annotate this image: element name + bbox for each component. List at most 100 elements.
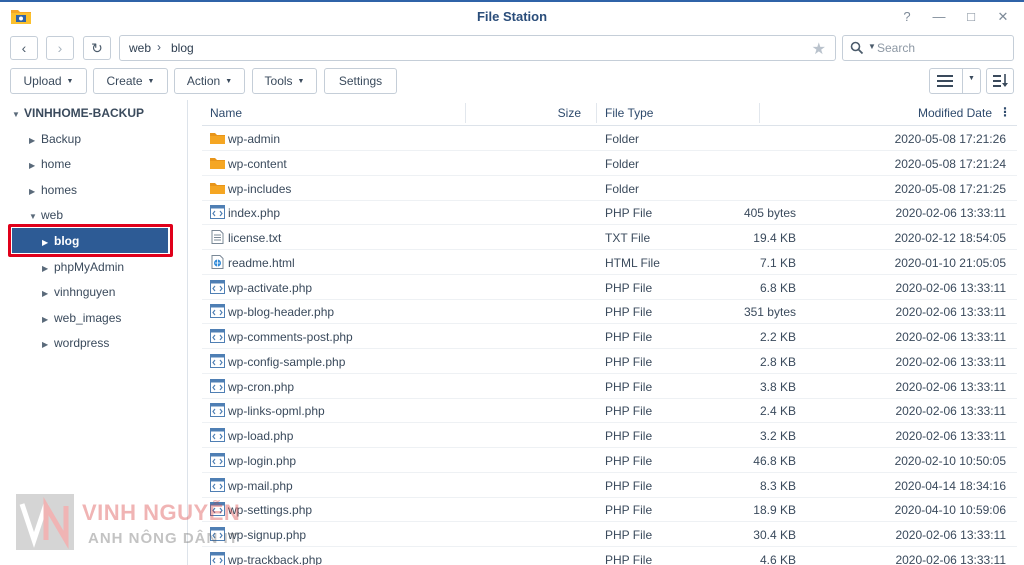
file-modified-date: 2020-02-06 13:33:11 <box>895 355 1006 369</box>
tree-item-backup[interactable]: ▶Backup <box>29 127 81 151</box>
minimize-icon[interactable]: — <box>930 8 948 26</box>
file-name: wp-admin <box>228 132 280 146</box>
settings-button[interactable]: Settings <box>324 68 397 94</box>
column-header-file-type[interactable]: File Type <box>605 106 653 120</box>
file-row[interactable]: wp-comments-post.php2.2 KBPHP File2020-0… <box>202 324 1017 349</box>
file-name: wp-includes <box>228 182 291 196</box>
file-name: wp-load.php <box>228 429 293 443</box>
collapsed-arrow-icon[interactable]: ▶ <box>29 129 41 153</box>
tree-item-label: blog <box>54 234 79 248</box>
column-header-modified-date[interactable]: Modified Date <box>918 106 992 120</box>
list-view-icon[interactable] <box>937 75 953 87</box>
chevron-left-icon: ‹ <box>22 40 27 56</box>
tree-item-homes[interactable]: ▶homes <box>29 178 77 202</box>
action-button[interactable]: Action ▼ <box>174 68 245 94</box>
file-type: PHP File <box>605 479 652 493</box>
php-file-icon <box>210 403 225 417</box>
dropdown-caret-icon: ▼ <box>225 78 232 85</box>
view-options-caret-icon[interactable]: ▼ <box>968 75 975 82</box>
column-options-icon[interactable]: ⋮ <box>999 105 1011 119</box>
file-name: wp-settings.php <box>228 503 312 517</box>
file-name: wp-activate.php <box>228 281 312 295</box>
file-name: license.txt <box>228 231 281 245</box>
search-icon[interactable] <box>850 41 864 55</box>
collapsed-arrow-icon[interactable]: ▶ <box>29 154 41 178</box>
search-input[interactable] <box>877 40 1007 56</box>
refresh-button[interactable]: ↻ <box>83 36 111 60</box>
column-header-size[interactable]: Size <box>558 106 581 120</box>
file-modified-date: 2020-02-06 13:33:11 <box>895 553 1006 565</box>
create-button[interactable]: Create ▼ <box>93 68 168 94</box>
tree-item-wordpress[interactable]: ▶wordpress <box>42 331 109 355</box>
file-name: index.php <box>228 206 280 220</box>
file-row[interactable]: index.php405 bytesPHP File2020-02-06 13:… <box>202 200 1017 225</box>
breadcrumb-blog[interactable]: blog <box>171 41 194 55</box>
help-icon[interactable]: ? <box>898 8 916 26</box>
file-size: 351 bytes <box>744 305 796 319</box>
file-row[interactable]: wp-mail.php8.3 KBPHP File2020-04-14 18:3… <box>202 473 1017 498</box>
file-row[interactable]: wp-load.php3.2 KBPHP File2020-02-06 13:3… <box>202 423 1017 448</box>
tree-item-phpmyadmin[interactable]: ▶phpMyAdmin <box>42 255 124 279</box>
file-row[interactable]: readme.html7.1 KBHTML File2020-01-10 21:… <box>202 250 1017 275</box>
tree-item-label: home <box>41 157 71 171</box>
collapsed-arrow-icon[interactable]: ▶ <box>42 231 54 255</box>
create-label: Create <box>107 74 143 88</box>
path-bar[interactable]: web › blog ★ <box>119 35 836 61</box>
file-name: wp-blog-header.php <box>228 305 334 319</box>
window-controls: ? — □ ✕ <box>898 8 1012 26</box>
tree-item-blog-selected[interactable] <box>12 228 168 253</box>
file-row[interactable]: wp-cron.php3.8 KBPHP File2020-02-06 13:3… <box>202 374 1017 399</box>
sort-icon[interactable] <box>993 74 1009 88</box>
tree-item-home[interactable]: ▶home <box>29 152 71 176</box>
file-row[interactable]: wp-config-sample.php2.8 KBPHP File2020-0… <box>202 349 1017 374</box>
breadcrumb-web[interactable]: web <box>129 41 151 55</box>
tools-button[interactable]: Tools▼ <box>252 68 317 94</box>
expanded-arrow-icon[interactable]: ▼ <box>12 103 24 127</box>
upload-button[interactable]: Upload▼ <box>10 68 87 94</box>
maximize-icon[interactable]: □ <box>962 8 980 26</box>
file-row[interactable]: wp-contentFolder2020-05-08 17:21:24 <box>202 151 1017 176</box>
collapsed-arrow-icon[interactable]: ▶ <box>42 282 54 306</box>
file-row[interactable]: wp-links-opml.php2.4 KBPHP File2020-02-0… <box>202 398 1017 423</box>
action-label: Action <box>187 74 220 88</box>
file-name: wp-config-sample.php <box>228 355 345 369</box>
collapsed-arrow-icon[interactable]: ▶ <box>42 308 54 332</box>
file-row[interactable]: license.txt19.4 KBTXT File2020-02-12 18:… <box>202 225 1017 250</box>
favorite-star-icon[interactable]: ★ <box>812 39 826 59</box>
tree-item-blog[interactable]: ▶blog <box>42 229 79 253</box>
back-button[interactable]: ‹ <box>10 36 38 60</box>
file-row[interactable]: wp-adminFolder2020-05-08 17:21:26 <box>202 126 1017 151</box>
file-row[interactable]: wp-settings.php18.9 KBPHP File2020-04-10… <box>202 497 1017 522</box>
file-row[interactable]: wp-trackback.php4.6 KBPHP File2020-02-06… <box>202 547 1017 565</box>
file-size: 7.1 KB <box>760 256 796 270</box>
column-header-name[interactable]: Name <box>210 106 242 120</box>
file-row[interactable]: wp-blog-header.php351 bytesPHP File2020-… <box>202 299 1017 324</box>
file-size: 6.8 KB <box>760 281 796 295</box>
upload-label: Upload <box>24 74 62 88</box>
file-row[interactable]: wp-signup.php30.4 KBPHP File2020-02-06 1… <box>202 522 1017 547</box>
file-name: readme.html <box>228 256 295 270</box>
tree-item-web-images[interactable]: ▶web_images <box>42 306 121 330</box>
collapsed-arrow-icon[interactable]: ▶ <box>42 333 54 357</box>
close-icon[interactable]: ✕ <box>994 8 1012 26</box>
forward-button[interactable]: › <box>46 36 74 60</box>
tree-root-vinhhome-backup[interactable]: ▼VINHHOME-BACKUP <box>12 101 144 125</box>
file-row[interactable]: wp-login.php46.8 KBPHP File2020-02-10 10… <box>202 448 1017 473</box>
search-options-caret-icon[interactable]: ▼ <box>868 42 876 51</box>
folder-icon <box>210 181 225 195</box>
file-size: 3.8 KB <box>760 380 796 394</box>
dropdown-caret-icon: ▼ <box>148 78 155 85</box>
php-file-icon <box>210 354 225 368</box>
collapsed-arrow-icon[interactable]: ▶ <box>29 180 41 204</box>
search-box[interactable]: ▼ <box>842 35 1014 61</box>
file-type: PHP File <box>605 206 652 220</box>
sort-button[interactable] <box>986 68 1014 94</box>
collapsed-arrow-icon[interactable]: ▶ <box>42 257 54 281</box>
file-modified-date: 2020-02-12 18:54:05 <box>895 231 1006 245</box>
view-mode-button[interactable]: ▼ <box>929 68 981 94</box>
text-file-icon <box>210 230 225 244</box>
folder-icon <box>210 156 225 170</box>
file-row[interactable]: wp-includesFolder2020-05-08 17:21:25 <box>202 176 1017 201</box>
file-row[interactable]: wp-activate.php6.8 KBPHP File2020-02-06 … <box>202 275 1017 300</box>
tree-item-vinhnguyen[interactable]: ▶vinhnguyen <box>42 280 115 304</box>
